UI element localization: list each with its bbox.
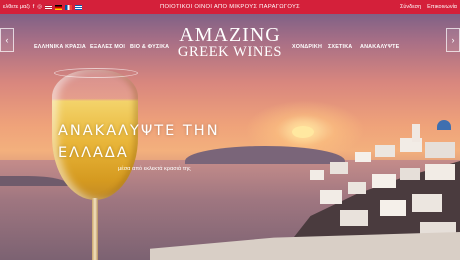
contact-link[interactable]: Επικοινωνία [427,4,457,10]
whitewashed-houses [300,130,460,240]
wine-glass-rim [54,68,138,78]
hero-title-line2: ΕΛΛΑΔΑ [58,145,129,161]
hero-subtitle: μέσα από εκλεκτά κρασιά της [118,166,191,172]
nav-item-discover[interactable]: ΑΝΑΚΑΛΥΨΤΕ [360,44,399,50]
blue-dome [437,120,451,130]
nav-item-2[interactable]: ΕΞΑΛΕΣ ΜΟΙ [90,44,125,50]
nav-item-about[interactable]: ΣΧΕΤΙΚΑ [328,44,352,50]
nav-item-wholesale[interactable]: ΧΟΝΔΡΙΚΗ [292,44,322,50]
hero-title-line1: ΑΝΑΚΑΛΥΨΤΕ ΤΗΝ [58,123,220,139]
login-link[interactable]: Σύνδεση [400,4,421,10]
topbar-tagline: ΠΟΙΟΤΙΚΟΙ ΟΙΝΟΙ ΑΠΟ ΜΙΚΡΟΥΣ ΠΑΡΑΓΩΓΟΥΣ [159,4,301,10]
top-bar: ελθετε μαζι f ◎ ΠΟΙΟΤΙΚΟΙ ΟΙΝΟΙ ΑΠΟ ΜΙΚΡ… [0,0,460,14]
topbar-right: Σύνδεση Επικοινωνία [400,4,457,10]
wine-glass-stem [92,198,98,260]
hero-page: ελθετε μαζι f ◎ ΠΟΙΟΤΙΚΟΙ ΟΙΝΟΙ ΑΠΟ ΜΙΚΡ… [0,0,460,260]
bell-tower [412,124,420,142]
nav-item-greek-wines[interactable]: ΕΛΛΗΝΙΚΑ ΚΡΑΣΙΑ [34,44,86,50]
nav-item-organic[interactable]: ΒΙΟ & ΦΥΣΙΚΑ [130,44,169,50]
